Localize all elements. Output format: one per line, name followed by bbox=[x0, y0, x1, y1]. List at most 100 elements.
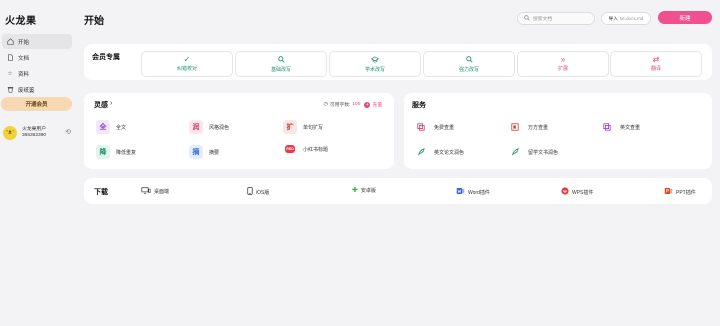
user-profile[interactable]: ᵔᴥᵔ 火龙果用户 365362390 ⟲ bbox=[3, 124, 73, 142]
double-chevron-icon: » bbox=[560, 55, 566, 64]
search-icon bbox=[465, 55, 473, 65]
quill-icon bbox=[508, 145, 522, 159]
service-english-check[interactable]: 英文查重 bbox=[600, 120, 640, 134]
upgrade-membership-button[interactable]: 开通会员 bbox=[1, 97, 72, 111]
trash-icon bbox=[6, 86, 14, 94]
tool-xiaohongshu-title[interactable]: RED 小红书标题 bbox=[283, 145, 328, 153]
sidebar: 火龙果 开始 文档 ☆ 资料 废纸篓 开通会员 ᵔᴥᵔ 火龙果用户 365362… bbox=[0, 0, 78, 326]
expand-tile[interactable]: » 扩展 bbox=[517, 51, 609, 77]
switch-account-icon[interactable]: ⟲ bbox=[65, 128, 71, 136]
proofreading-tile[interactable]: ✓ 纠错校对 bbox=[141, 51, 233, 77]
sidebar-item-trash[interactable]: 废纸篓 bbox=[2, 82, 72, 97]
tool-label: 降低重复 bbox=[116, 149, 137, 156]
tool-style-polish[interactable]: 润 风格润色 bbox=[189, 120, 229, 134]
ppt-icon bbox=[664, 187, 673, 197]
avatar: ᵔᴥᵔ bbox=[3, 126, 17, 140]
tool-reduce-duplication[interactable]: 降 降低重复 bbox=[96, 145, 136, 159]
wps-icon bbox=[561, 187, 569, 197]
tile-label: 扩展 bbox=[557, 66, 568, 72]
recharge-link[interactable]: 充值 bbox=[372, 101, 382, 108]
check-icon: ✓ bbox=[183, 55, 191, 64]
quota-value: 100 bbox=[352, 102, 361, 107]
app-logo[interactable]: 火龙果 bbox=[5, 12, 37, 27]
copy-icon bbox=[414, 120, 428, 134]
download-label: Word插件 bbox=[468, 189, 490, 196]
quill-icon bbox=[414, 145, 428, 159]
service-study-abroad-polish[interactable]: 留学文书润色 bbox=[508, 145, 558, 159]
academic-rewrite-tile[interactable]: 学术改写 bbox=[329, 51, 421, 77]
search-placeholder: 搜索文档 bbox=[533, 17, 553, 22]
sidebar-nav: 开始 文档 ☆ 资料 废纸篓 bbox=[2, 34, 72, 98]
tile-label: 纠错校对 bbox=[176, 66, 197, 72]
download-label: PPT插件 bbox=[676, 189, 696, 196]
sidebar-item-documents[interactable]: 文档 bbox=[2, 50, 72, 65]
service-label: 免费查重 bbox=[434, 124, 455, 131]
tool-label: 风格润色 bbox=[209, 124, 230, 131]
inspiration-title[interactable]: 灵感 bbox=[94, 100, 108, 110]
word-quota: ◷ 可用字数: 100 + 充值 bbox=[324, 101, 382, 108]
download-label: iOS版 bbox=[256, 189, 270, 196]
service-label: 英文查重 bbox=[620, 124, 641, 131]
tool-label: 小红书标题 bbox=[303, 146, 329, 153]
sidebar-item-start[interactable]: 开始 bbox=[2, 34, 72, 49]
quota-label: 可用字数: bbox=[329, 103, 351, 108]
sidebar-item-materials[interactable]: ☆ 资料 bbox=[2, 66, 72, 81]
home-icon bbox=[6, 38, 14, 46]
import-hint: txt,docx,md bbox=[619, 16, 644, 21]
tool-label: 摘要 bbox=[209, 149, 220, 156]
sidebar-item-label: 废纸篓 bbox=[18, 87, 35, 94]
copy-icon bbox=[600, 120, 614, 134]
tile-label: 学术改写 bbox=[364, 66, 385, 73]
tile-label: 翻译 bbox=[650, 66, 661, 72]
download-label: 安卓版 bbox=[360, 188, 376, 194]
service-label: 英文论文润色 bbox=[434, 149, 465, 156]
download-desktop[interactable]: 桌面端 bbox=[141, 187, 169, 196]
download-title: 下载 bbox=[94, 189, 108, 196]
import-button[interactable]: 导入 txt,docx,md bbox=[601, 12, 651, 25]
tool-full-text[interactable]: 全 全文 bbox=[96, 120, 126, 134]
service-free-check[interactable]: 免费查重 bbox=[414, 120, 454, 134]
basic-rewrite-tile[interactable]: 基础改写 bbox=[235, 51, 327, 77]
download-android[interactable]: ✚ 安卓版 bbox=[352, 187, 376, 194]
download-ios[interactable]: iOS版 bbox=[247, 187, 269, 197]
document-icon bbox=[6, 54, 14, 62]
clock-icon: ◷ bbox=[323, 102, 328, 107]
expand-icon: 扩 bbox=[283, 120, 297, 134]
reduce-icon: 降 bbox=[96, 145, 110, 159]
graduation-cap-icon bbox=[371, 55, 379, 65]
download-label: WPS插件 bbox=[572, 189, 594, 196]
inspiration-card: 灵感 › ◷ 可用字数: 100 + 充值 全 全文 润 风格润色 扩 单句扩写… bbox=[84, 93, 394, 169]
search-icon bbox=[524, 14, 530, 23]
star-icon: ☆ bbox=[7, 70, 13, 77]
tool-sentence-expand[interactable]: 扩 单句扩写 bbox=[283, 120, 323, 134]
download-label: 桌面端 bbox=[154, 189, 170, 195]
swap-icon: ⇄ bbox=[652, 55, 660, 64]
sidebar-item-label: 文档 bbox=[18, 55, 30, 62]
summary-icon: 摘 bbox=[189, 145, 203, 159]
search-input[interactable]: 搜索文档 bbox=[517, 12, 595, 25]
download-word-plugin[interactable]: Word插件 bbox=[456, 187, 490, 197]
search-icon bbox=[277, 55, 285, 65]
tool-summary[interactable]: 摘 摘要 bbox=[189, 145, 219, 159]
plus-icon[interactable]: + bbox=[364, 101, 371, 108]
tool-label: 单句扩写 bbox=[303, 124, 324, 131]
new-document-button[interactable]: 新建 bbox=[658, 11, 712, 24]
wanfang-icon bbox=[508, 120, 522, 134]
desktop-icon bbox=[141, 187, 151, 196]
download-wps-plugin[interactable]: WPS插件 bbox=[561, 187, 593, 197]
service-english-paper-polish[interactable]: 英文论文润色 bbox=[414, 145, 464, 159]
word-icon bbox=[456, 187, 465, 197]
translate-tile[interactable]: ⇄ 翻译 bbox=[610, 51, 702, 77]
chevron-right-icon[interactable]: › bbox=[110, 100, 112, 107]
service-wanfang-check[interactable]: 万方查重 bbox=[508, 120, 548, 134]
phone-icon bbox=[247, 187, 253, 197]
strong-rewrite-tile[interactable]: 强力改写 bbox=[423, 51, 515, 77]
download-ppt-plugin[interactable]: PPT插件 bbox=[664, 187, 696, 197]
sidebar-item-label: 资料 bbox=[18, 71, 30, 78]
member-exclusive-card: 会员专属 ✓ 纠错校对 基础改写 学术改写 强力改写 » 扩展 ⇄ 翻译 bbox=[84, 44, 712, 80]
service-label: 万方查重 bbox=[528, 124, 549, 131]
user-info: 火龙果用户 365362390 bbox=[22, 127, 46, 139]
service-card: 服务 免费查重 万方查重 英文查重 英文论文润色 留学文书润色 bbox=[404, 93, 712, 169]
page-title: 开始 bbox=[84, 16, 104, 27]
import-label: 导入 bbox=[608, 15, 618, 21]
